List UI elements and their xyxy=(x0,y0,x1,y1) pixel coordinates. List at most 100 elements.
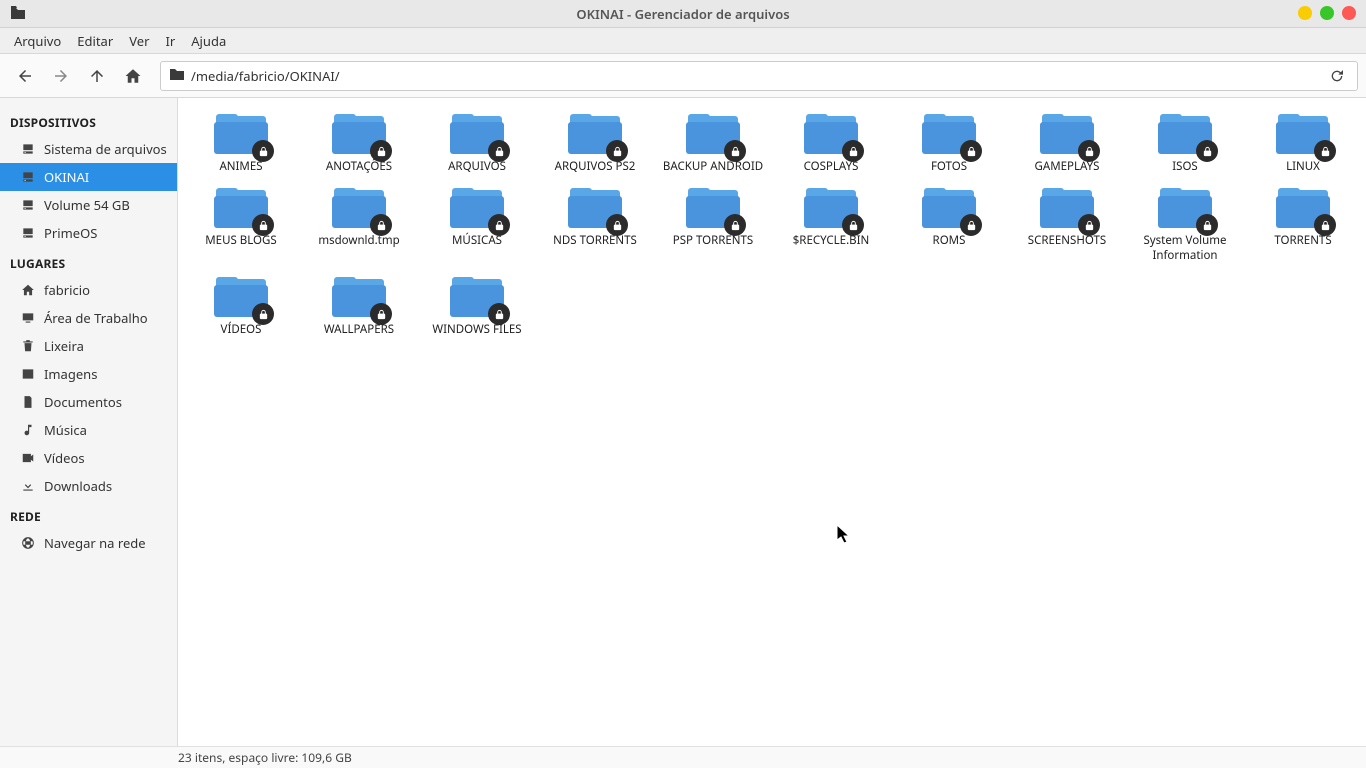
folder-icon xyxy=(214,188,268,230)
home-button[interactable] xyxy=(116,60,150,92)
folder-label: NDS TORRENTS xyxy=(553,234,637,248)
folder-item[interactable]: MEUS BLOGS xyxy=(184,182,298,267)
sidebar-item-label: Música xyxy=(44,421,87,439)
lock-icon xyxy=(252,140,274,162)
home-icon xyxy=(20,282,36,298)
back-button[interactable] xyxy=(8,60,42,92)
folder-item[interactable]: PSP TORRENTS xyxy=(656,182,770,267)
folder-item[interactable]: WALLPAPERS xyxy=(302,271,416,341)
lock-icon xyxy=(1314,140,1336,162)
folder-item[interactable]: ROMS xyxy=(892,182,1006,267)
trash-icon xyxy=(20,338,36,354)
path-bar[interactable]: /media/fabricio/OKINAI/ xyxy=(160,61,1358,91)
menubar: Arquivo Editar Ver Ir Ajuda xyxy=(0,28,1366,54)
sidebar-item-label: Volume 54 GB xyxy=(44,196,130,214)
sidebar-item-label: Downloads xyxy=(44,477,112,495)
sidebar-item-primeos[interactable]: PrimeOS xyxy=(0,219,177,247)
folder-icon xyxy=(169,67,185,85)
lock-icon xyxy=(842,140,864,162)
folder-icon xyxy=(922,114,976,156)
folder-item[interactable]: VÍDEOS xyxy=(184,271,298,341)
folder-label: GAMEPLAYS xyxy=(1034,160,1099,174)
folder-item[interactable]: ISOS xyxy=(1128,108,1242,178)
folder-label: MÚSICAS xyxy=(452,234,502,248)
lock-icon xyxy=(960,140,982,162)
folder-label: ARQUIVOS xyxy=(448,160,506,174)
sidebar-item-label: Imagens xyxy=(44,365,97,383)
up-button[interactable] xyxy=(80,60,114,92)
sidebar-item-volume-54-gb[interactable]: Volume 54 GB xyxy=(0,191,177,219)
folder-icon xyxy=(450,188,504,230)
sidebar-item-vídeos[interactable]: Vídeos xyxy=(0,444,177,472)
folder-item[interactable]: MÚSICAS xyxy=(420,182,534,267)
menu-arquivo[interactable]: Arquivo xyxy=(6,28,69,54)
document-icon xyxy=(20,394,36,410)
desktop-icon xyxy=(20,310,36,326)
toolbar: /media/fabricio/OKINAI/ xyxy=(0,54,1366,98)
folder-icon xyxy=(332,114,386,156)
sidebar-item-navegar-na-rede[interactable]: Navegar na rede xyxy=(0,529,177,557)
folder-item[interactable]: LINUX xyxy=(1246,108,1360,178)
menu-editar[interactable]: Editar xyxy=(69,28,121,54)
sidebar-item-sistema-de-arquivos[interactable]: Sistema de arquivos xyxy=(0,135,177,163)
drive-icon xyxy=(20,197,36,213)
sidebar-item-label: OKINAI xyxy=(44,168,89,186)
sidebar-item-label: Lixeira xyxy=(44,337,84,355)
folder-item[interactable]: ARQUIVOS xyxy=(420,108,534,178)
folder-item[interactable]: ANOTAÇÕES xyxy=(302,108,416,178)
window-folder-icon xyxy=(10,6,26,24)
folder-label: WINDOWS FILES xyxy=(432,323,521,337)
folder-icon xyxy=(922,188,976,230)
folder-item[interactable]: COSPLAYS xyxy=(774,108,888,178)
folder-label: ANOTAÇÕES xyxy=(326,160,392,174)
folder-item[interactable]: $RECYCLE.BIN xyxy=(774,182,888,267)
folder-item[interactable]: FOTOS xyxy=(892,108,1006,178)
sidebar-item-downloads[interactable]: Downloads xyxy=(0,472,177,500)
close-button[interactable] xyxy=(1342,6,1356,20)
sidebar-item-área-de-trabalho[interactable]: Área de Trabalho xyxy=(0,304,177,332)
folder-item[interactable]: WINDOWS FILES xyxy=(420,271,534,341)
folder-item[interactable]: TORRENTS xyxy=(1246,182,1360,267)
lock-icon xyxy=(606,140,628,162)
folder-item[interactable]: GAMEPLAYS xyxy=(1010,108,1124,178)
folder-item[interactable]: System Volume Information xyxy=(1128,182,1242,267)
folder-item[interactable]: ANIMES xyxy=(184,108,298,178)
folder-label: msdownld.tmp xyxy=(318,234,399,248)
menu-ajuda[interactable]: Ajuda xyxy=(183,28,234,54)
folder-label: COSPLAYS xyxy=(804,160,859,174)
maximize-button[interactable] xyxy=(1320,6,1334,20)
folder-label: $RECYCLE.BIN xyxy=(793,234,870,248)
folder-item[interactable]: BACKUP ANDROID xyxy=(656,108,770,178)
sidebar-item-fabricio[interactable]: fabricio xyxy=(0,276,177,304)
folder-icon xyxy=(1276,114,1330,156)
menu-ver[interactable]: Ver xyxy=(121,28,157,54)
folder-label: ROMS xyxy=(933,234,966,248)
folder-item[interactable]: ARQUIVOS PS2 xyxy=(538,108,652,178)
sidebar-item-okinai[interactable]: OKINAI xyxy=(0,163,177,191)
lock-icon xyxy=(488,140,510,162)
file-pane[interactable]: ANIMES ANOTAÇÕES ARQUIVOS ARQUIVOS PS2BACKU… xyxy=(178,98,1366,746)
sidebar-item-música[interactable]: Música xyxy=(0,416,177,444)
minimize-button[interactable] xyxy=(1298,6,1312,20)
network-icon xyxy=(20,535,36,551)
folder-icon xyxy=(1040,114,1094,156)
sidebar-item-lixeira[interactable]: Lixeira xyxy=(0,332,177,360)
folder-label: ANIMES xyxy=(219,160,262,174)
reload-button[interactable] xyxy=(1325,64,1349,88)
folder-icon xyxy=(804,188,858,230)
path-text: /media/fabricio/OKINAI/ xyxy=(191,67,1319,85)
folder-label: VÍDEOS xyxy=(221,323,262,337)
folder-item[interactable]: NDS TORRENTS xyxy=(538,182,652,267)
sidebar-item-documentos[interactable]: Documentos xyxy=(0,388,177,416)
sidebar-item-imagens[interactable]: Imagens xyxy=(0,360,177,388)
sidebar-heading: DISPOSITIVOS xyxy=(0,106,177,135)
folder-icon xyxy=(214,114,268,156)
menu-ir[interactable]: Ir xyxy=(157,28,183,54)
folder-icon xyxy=(1158,188,1212,230)
video-icon xyxy=(20,450,36,466)
lock-icon xyxy=(724,140,746,162)
folder-label: PSP TORRENTS xyxy=(673,234,754,248)
folder-item[interactable]: SCREENSHOTS xyxy=(1010,182,1124,267)
folder-item[interactable]: msdownld.tmp xyxy=(302,182,416,267)
forward-button[interactable] xyxy=(44,60,78,92)
